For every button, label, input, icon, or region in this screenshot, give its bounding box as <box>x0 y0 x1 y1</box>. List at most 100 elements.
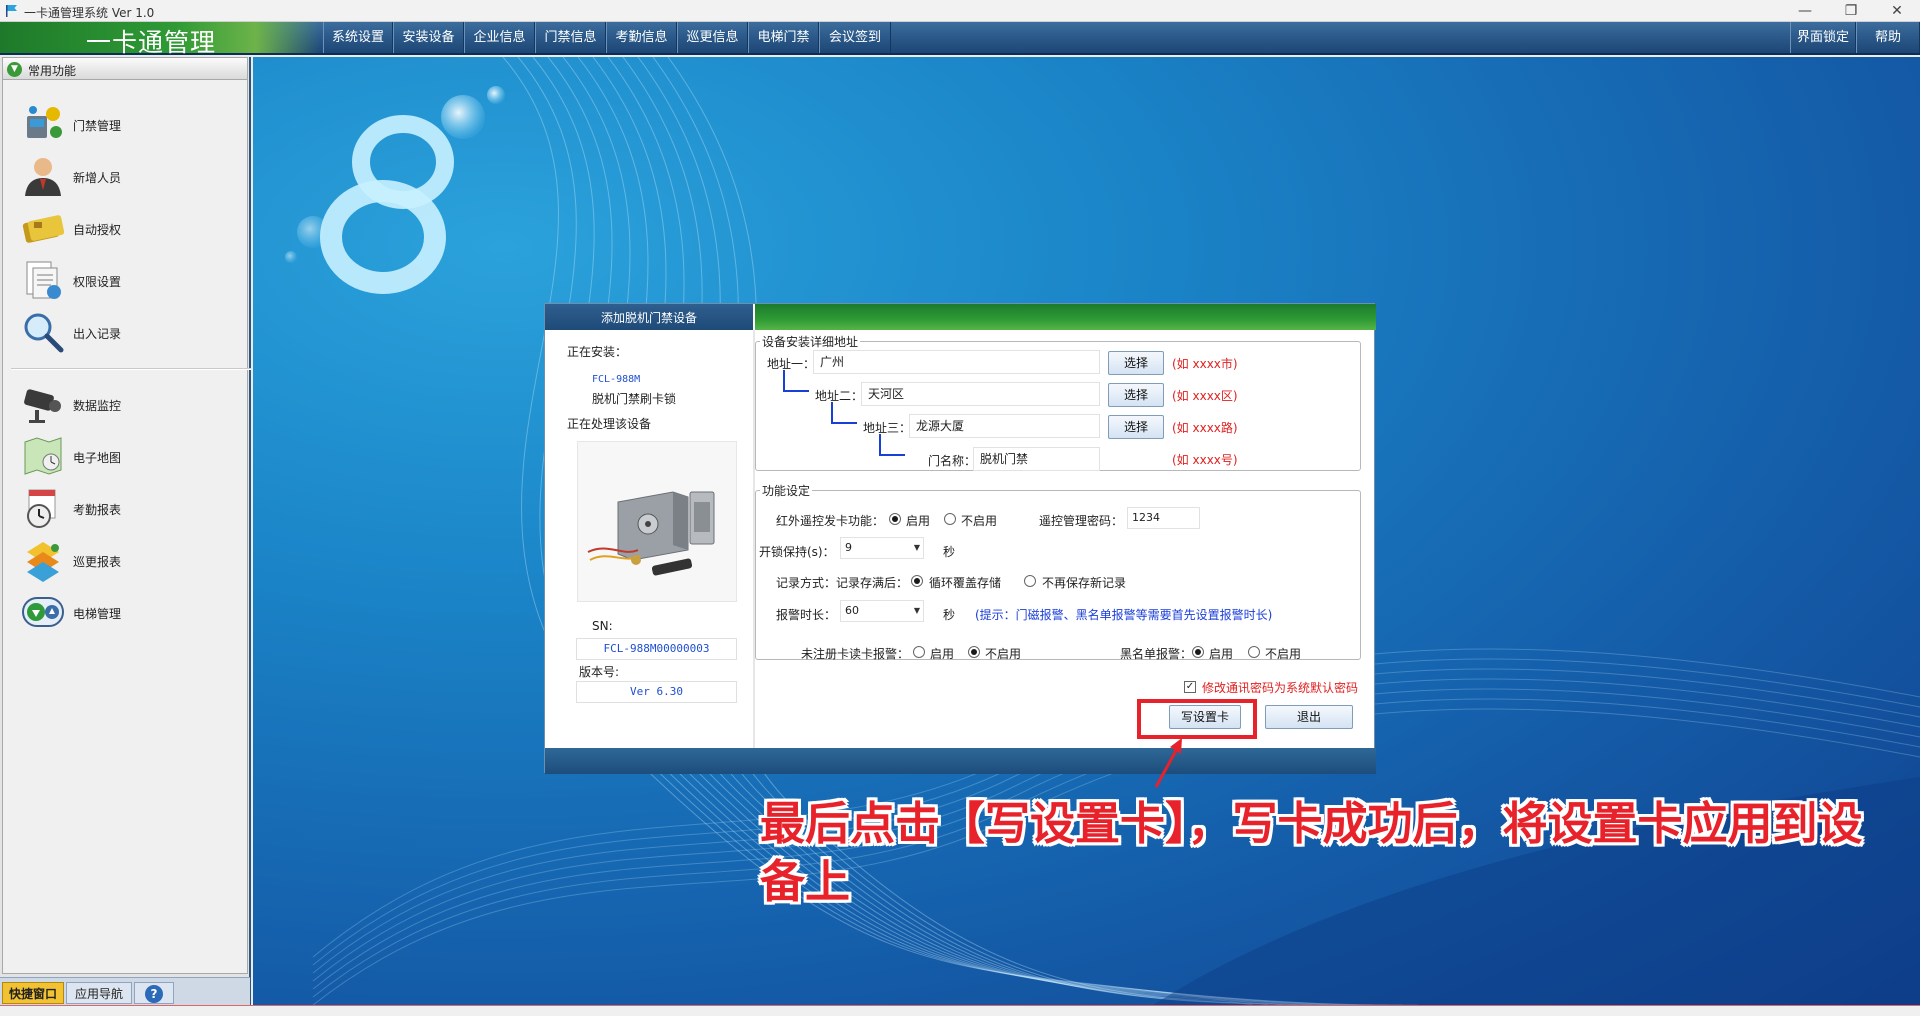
version-value-field: Ver 6.30 <box>576 681 737 703</box>
record-mode-label: 记录方式： <box>776 576 837 590</box>
collapse-icon[interactable]: ▼ <box>7 62 22 77</box>
version-label: 版本号: <box>579 665 620 679</box>
blacklist-enable-label: 启用 <box>1209 647 1234 661</box>
menu-system-settings[interactable]: 系统设置 <box>323 22 393 53</box>
callout-arrow-icon <box>1154 738 1182 788</box>
person-icon <box>25 158 61 196</box>
sidebar-divider <box>11 368 251 370</box>
dialog-header-banner <box>755 304 1376 330</box>
menu-access-info[interactable]: 门禁信息 <box>535 22 606 53</box>
patrol-report-icon <box>27 542 59 582</box>
address-legend: 设备安装详细地址 <box>762 335 859 349</box>
sidebar-item-auto-authorize[interactable]: 自动授权 <box>21 206 241 252</box>
help-icon: ? <box>145 985 163 1003</box>
record-full-label: 记录存满后： <box>836 576 909 590</box>
address1-input[interactable]: 广州 <box>813 350 1100 374</box>
select-address2-button[interactable]: 选择 <box>1108 383 1164 407</box>
blacklist-disable-label: 不启用 <box>1265 647 1302 661</box>
unlock-hold-select[interactable]: 9 ▼ <box>840 537 924 559</box>
blacklist-enable-radio[interactable] <box>1192 646 1204 658</box>
tab-app-navigation[interactable]: 应用导航 <box>66 982 132 1004</box>
sidebar-item-label: 电梯管理 <box>73 607 122 621</box>
menu-patrol-info[interactable]: 巡更信息 <box>677 22 748 53</box>
minimize-button[interactable]: — <box>1782 0 1828 22</box>
unregistered-disable-radio[interactable] <box>968 646 980 658</box>
record-stop-radio[interactable] <box>1024 575 1036 587</box>
sidebar-item-label: 权限设置 <box>73 275 122 289</box>
unregistered-enable-label: 启用 <box>930 647 955 661</box>
dialog-title: 添加脱机门禁设备 <box>600 311 697 325</box>
sidebar-item-label: 自动授权 <box>73 223 122 237</box>
unregistered-enable-radio[interactable] <box>913 646 925 658</box>
panel-header[interactable]: ▼ 常用功能 <box>3 58 247 80</box>
tab-quick-window[interactable]: 快捷窗口 <box>2 982 64 1004</box>
sidebar-item-label: 数据监控 <box>73 399 122 413</box>
elevator-icon <box>22 597 64 627</box>
door-name-input[interactable]: 脱机门禁 <box>973 447 1100 471</box>
default-password-checkbox[interactable]: ✓ <box>1184 681 1196 693</box>
address2-input[interactable]: 天河区 <box>861 382 1100 406</box>
sidebar-item-attendance-report[interactable]: 考勤报表 <box>21 486 241 532</box>
quick-functions-panel: ▼ 常用功能 门禁管理 新增人员 自动授权 权限设置 出入记录 数据监控 电子地… <box>2 57 251 974</box>
map-icon <box>24 437 62 475</box>
unlock-hold-label: 开锁保持(s)： <box>759 545 835 559</box>
menu-lock-interface[interactable]: 界面锁定 <box>1790 22 1856 53</box>
sidebar-item-label: 考勤报表 <box>73 503 122 517</box>
sidebar-item-add-person[interactable]: 新增人员 <box>21 154 241 200</box>
exit-button[interactable]: 退出 <box>1265 705 1353 729</box>
app-flag-icon <box>6 5 17 17</box>
tree-connector <box>831 402 857 424</box>
dialog-footer-bar <box>545 748 1376 774</box>
ir-disable-radio[interactable] <box>944 513 956 525</box>
tree-connector <box>879 434 905 456</box>
menu-meeting-checkin[interactable]: 会议签到 <box>819 22 891 53</box>
maximize-button[interactable]: ❐ <box>1828 0 1874 22</box>
device-name: 脱机门禁刷卡锁 <box>592 392 677 406</box>
device-photo <box>577 441 737 602</box>
annotation-text: 最后点击【写设置卡】，写卡成功后，将设置卡应用到设备上 <box>760 797 1863 908</box>
dialog-title-bar: 添加脱机门禁设备 <box>545 304 753 330</box>
sidebar-item-door-control[interactable]: 门禁管理 <box>21 102 241 148</box>
address2-hint: (如 xxxx区) <box>1172 389 1238 403</box>
ir-enable-label: 启用 <box>906 514 931 528</box>
remote-password-input[interactable]: 1234 <box>1127 507 1200 529</box>
status-bar <box>0 1005 1920 1016</box>
blacklist-alarm-label: 黑名单报警： <box>1120 647 1193 661</box>
unlock-hold-value: 9 <box>845 541 852 554</box>
dropdown-arrow-icon: ▼ <box>913 543 920 552</box>
record-overwrite-label: 循环覆盖存储 <box>929 576 1002 590</box>
blacklist-disable-radio[interactable] <box>1248 646 1260 658</box>
menu-elevator-access[interactable]: 电梯门禁 <box>748 22 819 53</box>
sidebar-item-access-records[interactable]: 出入记录 <box>21 310 241 356</box>
sidebar-item-label: 新增人员 <box>73 171 122 185</box>
record-stop-label: 不再保存新记录 <box>1042 576 1127 590</box>
select-address1-button[interactable]: 选择 <box>1108 351 1164 375</box>
unregistered-disable-label: 不启用 <box>985 647 1022 661</box>
alarm-duration-select[interactable]: 60 ▼ <box>840 600 924 622</box>
menu-company-info[interactable]: 企业信息 <box>464 22 535 53</box>
sidebar-item-data-monitor[interactable]: 数据监控 <box>21 382 241 428</box>
sidebar-item-elevator[interactable]: 电梯管理 <box>21 590 241 636</box>
sidebar-item-label: 门禁管理 <box>73 119 122 133</box>
permission-icon <box>26 261 61 299</box>
menu-help[interactable]: 帮助 <box>1856 22 1920 53</box>
sidebar-item-label: 电子地图 <box>73 451 122 465</box>
address3-input[interactable]: 龙源大厦 <box>909 414 1100 438</box>
sidebar-item-e-map[interactable]: 电子地图 <box>21 434 241 480</box>
seconds-unit: 秒 <box>943 545 956 559</box>
magnifier-icon <box>24 313 64 353</box>
panel-title: 常用功能 <box>28 64 77 78</box>
sidebar-item-label: 巡更报表 <box>73 555 122 569</box>
ir-enable-radio[interactable] <box>889 513 901 525</box>
alarm-duration-label: 报警时长： <box>776 608 837 622</box>
select-address3-button[interactable]: 选择 <box>1108 415 1164 439</box>
menu-install-device[interactable]: 安装设备 <box>393 22 464 53</box>
window-titlebar: 一卡通管理系统 Ver 1.0 — ❐ ✕ <box>0 0 1920 22</box>
sidebar-item-patrol-report[interactable]: 巡更报表 <box>21 538 241 584</box>
menu-attendance-info[interactable]: 考勤信息 <box>606 22 677 53</box>
sn-label: SN: <box>592 619 613 633</box>
tab-help[interactable]: ? <box>134 982 174 1004</box>
close-button[interactable]: ✕ <box>1874 0 1920 22</box>
sidebar-item-permissions[interactable]: 权限设置 <box>21 258 241 304</box>
record-overwrite-radio[interactable] <box>911 575 923 587</box>
